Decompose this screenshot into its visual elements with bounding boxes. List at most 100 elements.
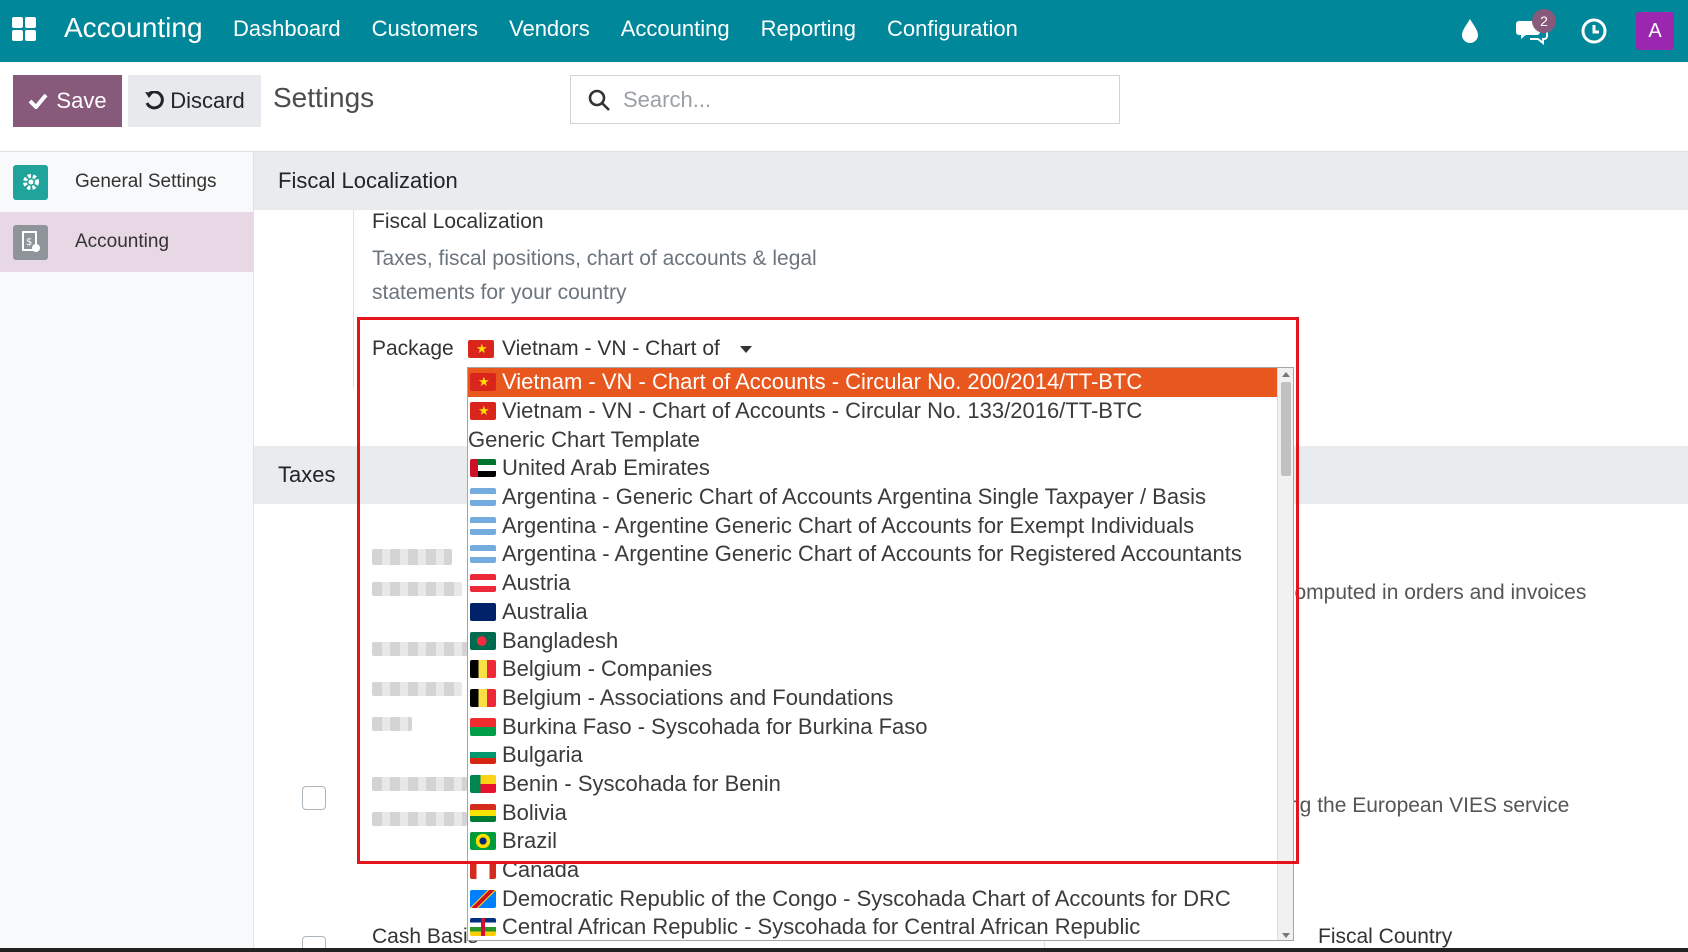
- bg-flag-icon: [470, 746, 496, 765]
- divider: [353, 210, 354, 388]
- dropdown-option[interactable]: Bulgaria: [468, 741, 1278, 770]
- svg-text:$: $: [26, 237, 32, 248]
- systray: 2 A: [1428, 0, 1688, 62]
- ar-flag-icon: [470, 488, 496, 507]
- vn-flag-icon: ★: [470, 373, 496, 392]
- menu-customers[interactable]: Customers: [372, 16, 478, 42]
- user-avatar[interactable]: A: [1636, 12, 1674, 50]
- taxes-checkbox[interactable]: [302, 786, 326, 810]
- dropdown-option-label: Benin - Syscohada for Benin: [502, 770, 781, 796]
- blurred-text: [372, 717, 412, 731]
- be-flag-icon: [470, 688, 496, 707]
- menu-vendors[interactable]: Vendors: [509, 16, 590, 42]
- app-title[interactable]: Accounting: [64, 12, 203, 44]
- dropdown-option-label: Generic Chart Template: [468, 426, 700, 452]
- at-flag-icon: [470, 574, 496, 593]
- dropdown-option[interactable]: Argentina - Generic Chart of Accounts Ar…: [468, 483, 1278, 512]
- dropdown-option[interactable]: Brazil: [468, 827, 1278, 856]
- sidebar-item-label: Accounting: [75, 231, 170, 252]
- dropdown-option-label: Belgium - Companies: [502, 656, 713, 682]
- fiscal-country-label: Fiscal Country: [1318, 925, 1453, 948]
- cf-flag-icon: [470, 918, 496, 937]
- dropdown-option[interactable]: Belgium - Associations and Foundations: [468, 684, 1278, 713]
- blurred-text: [372, 812, 467, 826]
- dropdown-option-label: Argentina - Generic Chart of Accounts Ar…: [502, 484, 1206, 510]
- sidebar-item-general-settings[interactable]: General Settings: [0, 152, 253, 212]
- save-button[interactable]: Save: [13, 75, 122, 127]
- ar-flag-icon: [470, 516, 496, 535]
- dropdown-option-label: Bolivia: [502, 799, 567, 825]
- vies-setting-description: ng the European VIES service: [1288, 794, 1570, 817]
- dropdown-option[interactable]: United Arab Emirates: [468, 454, 1278, 483]
- page-title: Settings: [273, 82, 375, 113]
- dropdown-option[interactable]: Argentina - Argentine Generic Chart of A…: [468, 511, 1278, 540]
- search-icon: [588, 89, 610, 111]
- messages-icon[interactable]: 2: [1512, 9, 1556, 51]
- scroll-down-icon[interactable]: [1282, 933, 1290, 938]
- dropdown-option[interactable]: ★ Vietnam - VN - Chart of Accounts - Circ…: [468, 368, 1278, 397]
- fiscal-localization-description: Taxes, fiscal positions, chart of accoun…: [372, 247, 817, 304]
- main-menu: Dashboard Customers Vendors Accounting R…: [233, 16, 1049, 42]
- dropdown-option-label: Brazil: [502, 828, 558, 854]
- search-input[interactable]: [623, 86, 1103, 113]
- dropdown-option[interactable]: ★ Vietnam - VN - Chart of Accounts - Circ…: [468, 397, 1278, 426]
- dropdown-option[interactable]: Bangladesh: [468, 626, 1278, 655]
- dropdown-option[interactable]: Generic Chart Template: [468, 425, 1278, 454]
- dropdown-option[interactable]: Austria: [468, 569, 1278, 598]
- dropdown-option[interactable]: Democratic Republic of the Congo - Sysco…: [468, 884, 1278, 913]
- dropdown-option-label: Argentina - Argentine Generic Chart of A…: [502, 512, 1195, 538]
- vn-flag-icon: ★: [470, 402, 496, 421]
- bj-flag-icon: [470, 774, 496, 793]
- package-label: Package: [372, 337, 454, 360]
- bo-flag-icon: [470, 803, 496, 822]
- dropdown-option[interactable]: Belgium - Companies: [468, 655, 1278, 684]
- dropdown-option-label: Vietnam - VN - Chart of Accounts - Circu…: [502, 398, 1143, 424]
- message-count-badge: 2: [1532, 9, 1556, 33]
- menu-dashboard[interactable]: Dashboard: [233, 16, 341, 42]
- scroll-up-icon[interactable]: [1282, 372, 1290, 377]
- section-fiscal-localization: Fiscal Localization: [254, 152, 1688, 210]
- cd-flag-icon: [470, 889, 496, 908]
- menu-accounting[interactable]: Accounting: [621, 16, 730, 42]
- dropdown-option[interactable]: Burkina Faso - Syscohada for Burkina Fas…: [468, 712, 1278, 741]
- clock-icon[interactable]: [1574, 11, 1614, 51]
- dropdown-option-label: Bulgaria: [502, 742, 583, 768]
- au-flag-icon: [470, 602, 496, 621]
- dropdown-option[interactable]: Benin - Syscohada for Benin: [468, 770, 1278, 799]
- dropdown-options: ★ Vietnam - VN - Chart of Accounts - Circ…: [468, 368, 1278, 940]
- drop-icon[interactable]: [1450, 11, 1490, 51]
- ae-flag-icon: [470, 459, 496, 478]
- dropdown-option-label: Central African Republic - Syscohada for…: [502, 914, 1141, 940]
- dropdown-option[interactable]: Bolivia: [468, 798, 1278, 827]
- blurred-text: [372, 642, 472, 656]
- search-box[interactable]: [570, 75, 1120, 124]
- dropdown-scrollbar[interactable]: [1277, 368, 1293, 940]
- apps-menu-icon[interactable]: [10, 15, 38, 43]
- menu-reporting[interactable]: Reporting: [761, 16, 856, 42]
- check-icon: [29, 93, 48, 109]
- dropdown-option-label: Democratic Republic of the Congo - Sysco…: [502, 885, 1231, 911]
- menu-configuration[interactable]: Configuration: [887, 16, 1018, 42]
- sidebar-item-accounting[interactable]: $ Accounting: [0, 212, 253, 272]
- dropdown-option[interactable]: Argentina - Argentine Generic Chart of A…: [468, 540, 1278, 569]
- window-bottom-edge: [0, 948, 1688, 952]
- ca-flag-icon: [470, 861, 496, 880]
- dropdown-option-label: Argentina - Argentine Generic Chart of A…: [502, 541, 1242, 567]
- blurred-text: [372, 582, 462, 596]
- gear-icon: [13, 164, 48, 200]
- dropdown-option-label: Bangladesh: [502, 627, 619, 653]
- discard-button[interactable]: Discard: [128, 75, 261, 127]
- top-navbar: Accounting Dashboard Customers Vendors A…: [0, 0, 1688, 62]
- vietnam-flag-icon: ★: [468, 340, 494, 358]
- dropdown-option[interactable]: Australia: [468, 598, 1278, 627]
- save-label: Save: [56, 88, 107, 113]
- dropdown-option[interactable]: Central African Republic - Syscohada for…: [468, 913, 1278, 940]
- package-select[interactable]: ★ Vietnam - VN - Chart of: [468, 337, 752, 361]
- dropdown-option[interactable]: Canada: [468, 856, 1278, 885]
- cash-basis-label: Cash Basis: [372, 925, 479, 948]
- settings-sidebar: General Settings $ Accounting: [0, 152, 254, 952]
- accounting-icon: $: [13, 224, 48, 260]
- dropdown-option-label: Belgium - Associations and Foundations: [502, 684, 894, 710]
- package-dropdown-list[interactable]: ★ Vietnam - VN - Chart of Accounts - Circ…: [467, 367, 1294, 941]
- scrollbar-thumb[interactable]: [1281, 382, 1291, 476]
